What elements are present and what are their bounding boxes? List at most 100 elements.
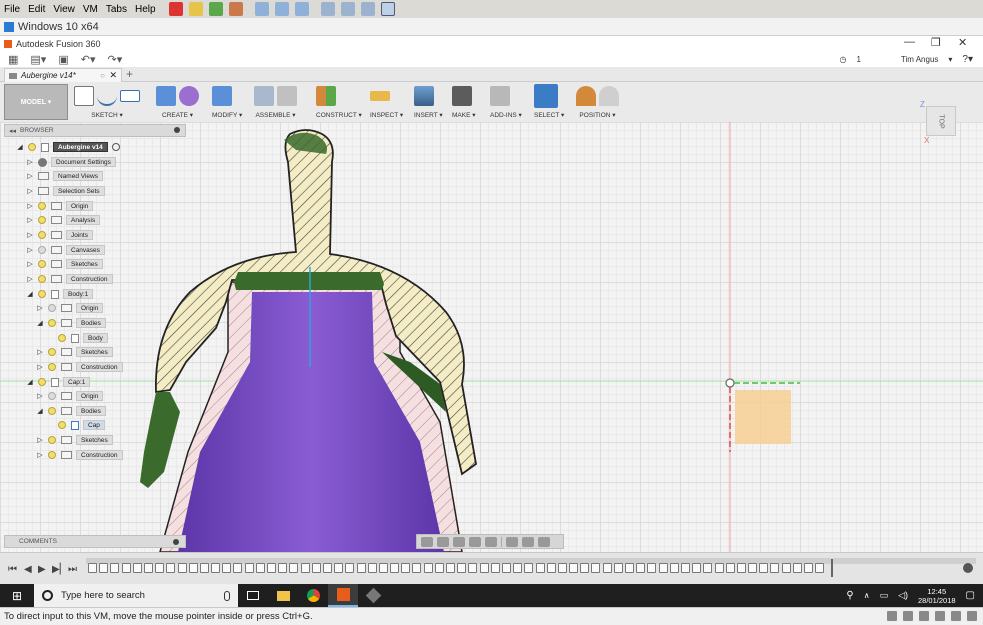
tree-item-body-bodies[interactable]: ◢ Bodies bbox=[36, 317, 106, 329]
new-tab-plus-icon[interactable]: + bbox=[126, 67, 133, 81]
tree-item-cap[interactable]: Cap bbox=[58, 419, 105, 431]
timeline-feature[interactable] bbox=[580, 563, 590, 573]
timeline-feature[interactable] bbox=[132, 563, 142, 573]
timeline-feature[interactable] bbox=[748, 563, 758, 573]
taskbar-file-explorer[interactable] bbox=[268, 584, 298, 607]
tray-overflow-icon[interactable]: ∧ bbox=[864, 591, 870, 600]
vm-device-sound-icon[interactable] bbox=[951, 611, 961, 621]
timeline-feature[interactable] bbox=[781, 563, 791, 573]
grid-snaps-icon[interactable] bbox=[522, 536, 534, 547]
vm-menu-edit[interactable]: Edit bbox=[24, 4, 49, 15]
viewcube[interactable]: Z TOP X bbox=[918, 100, 968, 150]
tree-item-origin[interactable]: ▷ Origin bbox=[26, 200, 94, 212]
user-account-menu[interactable]: Tim Angus bbox=[901, 55, 939, 64]
vm-menu-view[interactable]: View bbox=[49, 4, 79, 15]
vm-device-printer-icon[interactable] bbox=[967, 611, 977, 621]
timeline-feature[interactable] bbox=[199, 563, 209, 573]
vm-snapshot-manager-icon[interactable] bbox=[294, 2, 309, 16]
timeline-feature[interactable] bbox=[121, 563, 131, 573]
expand-triangle-icon[interactable]: ▷ bbox=[36, 348, 44, 356]
timeline-feature[interactable] bbox=[636, 563, 646, 573]
viewcube-top-face[interactable]: TOP bbox=[926, 106, 956, 136]
visibility-bulb-icon[interactable] bbox=[48, 407, 56, 415]
press-pull-icon[interactable] bbox=[212, 86, 232, 106]
timeline-feature[interactable] bbox=[613, 563, 623, 573]
visibility-bulb-icon[interactable] bbox=[58, 334, 66, 342]
timeline-feature[interactable] bbox=[434, 563, 444, 573]
visibility-bulb-icon[interactable] bbox=[48, 392, 56, 400]
timeline-feature[interactable] bbox=[211, 563, 221, 573]
timeline-feature[interactable] bbox=[804, 563, 813, 573]
visibility-bulb-icon[interactable] bbox=[48, 436, 56, 444]
tree-item-named-views[interactable]: ▷ Named Views bbox=[26, 170, 103, 182]
capture-position-icon[interactable] bbox=[576, 86, 596, 106]
timeline-feature[interactable] bbox=[479, 563, 489, 573]
viewports-icon[interactable] bbox=[538, 536, 550, 547]
timeline-play-icon[interactable]: ▶ bbox=[38, 564, 46, 575]
timeline-feature[interactable] bbox=[244, 563, 254, 573]
look-at-icon[interactable] bbox=[437, 536, 449, 547]
visibility-bulb-icon[interactable] bbox=[48, 363, 56, 371]
help-icon[interactable]: ?▾ bbox=[962, 54, 973, 65]
vm-device-disk-icon[interactable] bbox=[887, 611, 897, 621]
timeline-feature[interactable] bbox=[289, 563, 299, 573]
timeline-feature[interactable] bbox=[311, 563, 321, 573]
select-arrow-icon[interactable] bbox=[534, 84, 558, 108]
tree-item-cap-1[interactable]: ◢ Cap:1 bbox=[26, 376, 91, 388]
document-tab[interactable]: Aubergine v14* ○ ✕ bbox=[4, 68, 122, 82]
timeline-feature[interactable] bbox=[513, 563, 523, 573]
tree-item-body[interactable]: Body bbox=[58, 332, 108, 344]
file-menu-icon[interactable]: ▤▾ bbox=[30, 53, 46, 66]
workspace-switcher-button[interactable]: MODEL ▾ bbox=[4, 84, 68, 120]
tree-item-construction[interactable]: ▷ Construction bbox=[26, 273, 113, 285]
timeline-feature[interactable] bbox=[725, 563, 735, 573]
comments-add-icon[interactable] bbox=[173, 539, 179, 545]
vm-menu-vm[interactable]: VM bbox=[79, 4, 102, 15]
tree-item-body-origin[interactable]: ▷ Origin bbox=[36, 302, 104, 314]
vm-revert-icon[interactable] bbox=[274, 2, 289, 16]
timeline-feature[interactable] bbox=[412, 563, 422, 573]
collapse-triangle-icon[interactable]: ◢ bbox=[36, 319, 44, 327]
expand-triangle-icon[interactable]: ▷ bbox=[36, 451, 44, 459]
vm-snapshot-icon[interactable] bbox=[254, 2, 269, 16]
vm-unity-icon[interactable] bbox=[360, 2, 375, 16]
pan-hand-icon[interactable] bbox=[453, 536, 465, 547]
expand-triangle-icon[interactable]: ▷ bbox=[26, 260, 34, 268]
timeline-feature[interactable] bbox=[278, 563, 288, 573]
timeline-feature[interactable] bbox=[591, 563, 601, 573]
timeline-feature[interactable] bbox=[300, 563, 310, 573]
visibility-bulb-icon[interactable] bbox=[38, 378, 46, 386]
visibility-bulb-icon[interactable] bbox=[38, 275, 46, 283]
inspect-group[interactable]: INSPECT ▾ bbox=[370, 84, 403, 120]
minimize-icon[interactable]: — bbox=[904, 36, 915, 48]
joint-icon[interactable] bbox=[277, 86, 297, 106]
visibility-bulb-icon[interactable] bbox=[48, 319, 56, 327]
tree-item-selection-sets[interactable]: ▷ Selection Sets bbox=[26, 185, 105, 197]
timeline-feature[interactable] bbox=[669, 563, 679, 573]
timeline-step-forward-icon[interactable]: ▶▏ bbox=[52, 564, 67, 575]
taskbar-clock[interactable]: 12:45 28/01/2018 bbox=[918, 587, 956, 605]
people-icon[interactable]: ⚲ bbox=[846, 590, 853, 601]
expand-triangle-icon[interactable]: ▷ bbox=[26, 246, 34, 254]
browser-pin-icon[interactable] bbox=[174, 127, 180, 133]
start-button[interactable]: ⊞ bbox=[0, 584, 34, 607]
taskbar-app-5[interactable] bbox=[358, 584, 388, 607]
visibility-bulb-icon[interactable] bbox=[48, 304, 56, 312]
timeline-feature[interactable] bbox=[155, 563, 165, 573]
task-view-button[interactable] bbox=[238, 584, 268, 607]
create-group[interactable]: CREATE ▾ bbox=[156, 84, 199, 120]
timeline-feature[interactable] bbox=[524, 563, 534, 573]
timeline-feature[interactable] bbox=[88, 563, 97, 573]
visibility-bulb-icon[interactable] bbox=[58, 421, 66, 429]
expand-triangle-icon[interactable]: ▷ bbox=[36, 304, 44, 312]
vm-menu-help[interactable]: Help bbox=[131, 4, 160, 15]
timeline-feature[interactable] bbox=[345, 563, 355, 573]
taskbar-search[interactable]: Type here to search bbox=[34, 584, 238, 607]
vm-device-usb-icon[interactable] bbox=[935, 611, 945, 621]
sketch-group[interactable]: SKETCH ▾ bbox=[74, 84, 140, 120]
job-status-icon[interactable]: ◷ bbox=[839, 55, 846, 64]
scripts-addins-icon[interactable] bbox=[490, 86, 510, 106]
close-icon[interactable]: ✕ bbox=[958, 36, 967, 49]
volume-icon[interactable]: ◁) bbox=[898, 590, 908, 601]
collapse-triangle-icon[interactable]: ◢ bbox=[26, 378, 34, 386]
